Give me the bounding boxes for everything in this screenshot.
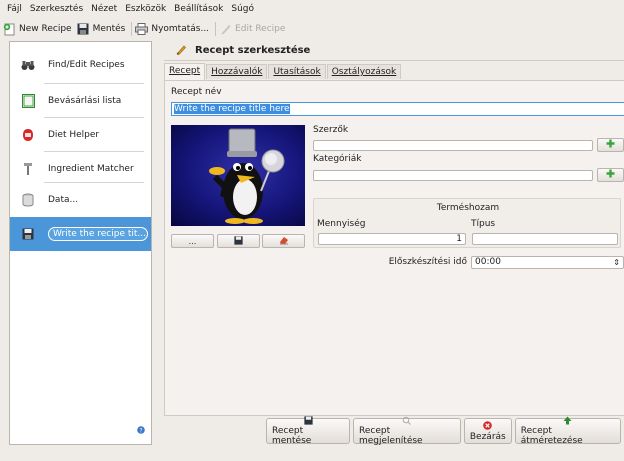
menu-tools[interactable]: Eszközök (122, 0, 171, 19)
sidebar-item-label: Write the recipe tit... (48, 227, 148, 241)
add-author-button[interactable] (597, 138, 624, 152)
menu-file[interactable]: Fájl (4, 0, 27, 19)
editor-title: Recept szerkesztése (195, 45, 311, 56)
resize-recipe-button[interactable]: Recept átméretezése (514, 416, 621, 446)
quantity-input[interactable]: 1 (318, 233, 466, 245)
pencil-icon (176, 44, 187, 58)
prep-time-value: 00:00 (475, 257, 501, 267)
menu-view[interactable]: Nézet (88, 0, 122, 19)
yield-label: Terméshozam (436, 203, 500, 213)
database-icon (20, 192, 36, 208)
close-button[interactable]: Bezárás (463, 418, 512, 444)
categories-field[interactable] (313, 170, 593, 181)
browse-photo-button[interactable]: ... (171, 234, 214, 248)
close-icon (483, 421, 493, 431)
menu-edit[interactable]: Szerkesztés (27, 0, 88, 19)
svg-text:?: ? (139, 427, 142, 434)
toolbar-separator (215, 22, 217, 36)
recipe-editor: Recept szerkesztése Recept Hozzávalók Ut… (162, 41, 624, 416)
tab-label: Utasítások (273, 67, 321, 77)
arrow-up-icon (563, 416, 572, 425)
eraser-icon (279, 236, 289, 247)
clear-photo-button[interactable] (262, 234, 305, 248)
new-recipe-button[interactable]: New Recipe (2, 20, 76, 38)
edit-recipe-label: Edit Recipe (235, 24, 286, 34)
sidebar: Find/Edit Recipes Bevásárlási lista Diet… (9, 41, 152, 445)
categories-label: Kategóriák (313, 154, 362, 164)
plus-icon (606, 139, 615, 151)
quantity-label: Mennyiség (317, 219, 366, 229)
save-button[interactable]: Mentés (76, 20, 130, 38)
editor-header: Recept szerkesztése (164, 41, 624, 61)
sidebar-item-label: Diet Helper (48, 130, 100, 140)
floppy-icon (20, 226, 36, 242)
authors-field[interactable] (313, 140, 593, 151)
close-label: Bezárás (469, 431, 506, 442)
edit-recipe-button[interactable]: Edit Recipe (218, 20, 289, 38)
tab-label: Hozzávalók (211, 67, 263, 77)
recipe-photo (171, 125, 305, 226)
pencil-icon (219, 23, 232, 36)
tab-ingredients[interactable]: Hozzávalók (206, 64, 268, 79)
prep-time-spinbox[interactable]: 00:00 ⇕ (471, 256, 624, 269)
diet-helper-icon (20, 127, 36, 143)
binoculars-icon (20, 57, 36, 73)
menu-bar: Fájl Szerkesztés Nézet Eszközök Beállítá… (0, 0, 624, 19)
show-recipe-label: Recept megjelenítése (359, 426, 423, 446)
sidebar-item-label: Data... (48, 195, 79, 205)
photo-buttons: ... (171, 234, 305, 248)
new-recipe-label: New Recipe (19, 24, 72, 34)
sidebar-item-ingredient-matcher[interactable]: Ingredient Matcher (10, 152, 151, 186)
sidebar-item-find-edit[interactable]: Find/Edit Recipes (10, 48, 151, 82)
recipe-title-input[interactable]: Write the recipe title here (171, 102, 624, 116)
sidebar-item-label: Bevásárlási lista (48, 96, 122, 106)
sidebar-item-write-recipe[interactable]: Write the recipe tit... (10, 217, 151, 251)
prep-time-label: Előszkészítési idő (388, 257, 467, 267)
show-recipe-button[interactable]: Recept megjelenítése (353, 416, 461, 446)
sidebar-item-data[interactable]: Data... (10, 183, 151, 217)
save-photo-button[interactable] (216, 234, 260, 248)
penguin-chef-image (209, 128, 285, 224)
floppy-icon (233, 235, 243, 247)
print-button[interactable]: Nyomtatás... (134, 20, 213, 38)
tab-recipe[interactable]: Recept (164, 63, 206, 80)
floppy-icon (77, 23, 90, 36)
menu-help[interactable]: Súgó (228, 0, 259, 19)
save-label: Mentés (92, 24, 126, 34)
sidebar-item-shopping-list[interactable]: Bevásárlási lista (10, 84, 151, 118)
plus-icon (606, 169, 615, 181)
printer-icon (135, 23, 149, 36)
save-recipe-label: Recept mentése (272, 426, 312, 446)
menu-settings[interactable]: Beállítások (171, 0, 228, 19)
new-document-icon (3, 23, 16, 36)
type-input[interactable] (472, 233, 618, 245)
add-category-button[interactable] (597, 168, 624, 182)
tab-label: Osztályozások (331, 67, 397, 77)
sidebar-item-diet-helper[interactable]: Diet Helper (10, 118, 151, 152)
floppy-icon (303, 416, 313, 425)
spin-arrows-icon[interactable]: ⇕ (613, 257, 620, 268)
resize-recipe-label: Recept átméretezése (520, 426, 583, 446)
help-icon[interactable]: ? (137, 426, 145, 437)
sidebar-item-label: Find/Edit Recipes (48, 60, 125, 70)
editor-tabs: Recept Hozzávalók Utasítások Osztályozás… (164, 63, 402, 81)
recipe-title-text: Write the recipe title here (174, 104, 290, 114)
print-label: Nyomtatás... (151, 24, 210, 34)
authors-label: Szerzők (313, 125, 349, 135)
recipe-name-label: Recept név (171, 87, 222, 97)
magnifier-icon (402, 416, 412, 425)
shopping-list-icon (20, 93, 36, 109)
yield-group: Terméshozam Mennyiség Típus 1 (313, 198, 621, 248)
type-label: Típus (471, 219, 496, 229)
toolbar: New Recipe Mentés Nyomtatás... Edit Reci… (0, 19, 624, 39)
editor-action-bar: Recept mentése Recept megjelenítése Bezá… (266, 416, 624, 446)
toolbar-separator (131, 22, 133, 36)
sidebar-item-label: Ingredient Matcher (48, 164, 134, 174)
tab-instructions[interactable]: Utasítások (268, 64, 326, 79)
ingredient-matcher-icon (20, 161, 36, 177)
save-recipe-button[interactable]: Recept mentése (266, 416, 350, 446)
recipe-tab-pane: Recept név Write the recipe title here .… (164, 80, 624, 416)
tab-ratings[interactable]: Osztályozások (326, 64, 402, 79)
